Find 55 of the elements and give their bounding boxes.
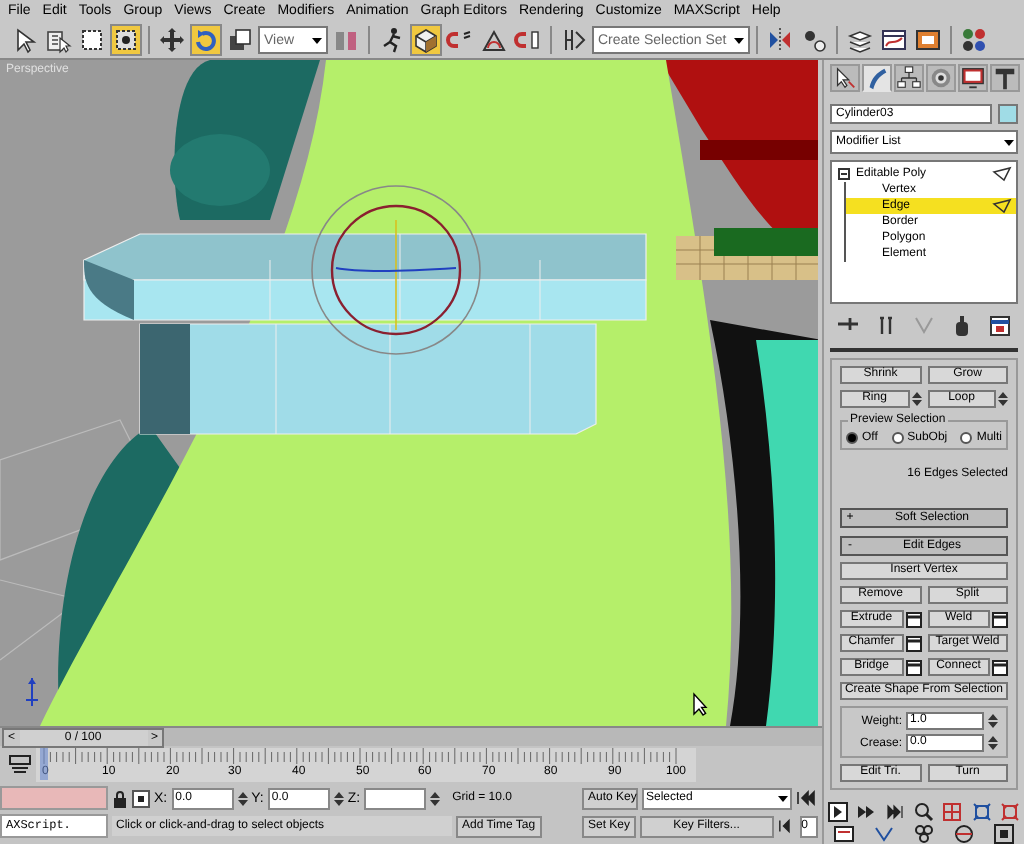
display-icon[interactable] [958, 64, 988, 92]
configure-sets-icon[interactable] [987, 314, 1012, 338]
dropdown-arrow-icon[interactable] [732, 33, 747, 47]
spinner-arrows-icon[interactable] [998, 390, 1008, 408]
axis-tripod-icon [24, 676, 40, 708]
spinner-arrows-icon[interactable] [430, 789, 441, 807]
collapse-toggle-icon[interactable] [838, 168, 850, 180]
schematic-icon[interactable] [912, 24, 945, 56]
window-crossing-icon[interactable] [110, 24, 142, 56]
motion-icon[interactable] [926, 64, 956, 92]
lock-icon[interactable] [112, 789, 128, 807]
spinner-arrows-icon[interactable] [988, 734, 998, 752]
spinner-arrows-icon[interactable] [988, 712, 998, 730]
go-to-start-icon[interactable] [796, 790, 816, 806]
hierarchy-icon[interactable] [894, 64, 924, 92]
settings-icon[interactable] [992, 659, 1008, 675]
settings-icon[interactable] [905, 659, 921, 675]
absolute-mode-icon[interactable] [132, 789, 150, 807]
scale-icon[interactable] [224, 24, 256, 56]
radio-button[interactable] [891, 432, 904, 444]
material-spheres-icon[interactable] [958, 24, 991, 56]
coordinate-field[interactable] [364, 787, 427, 809]
settings-icon[interactable] [905, 611, 921, 627]
object-color-swatch[interactable] [998, 104, 1018, 124]
curve-editor-icon[interactable] [878, 24, 911, 56]
move-icon[interactable] [156, 24, 188, 56]
dropdown-arrow-icon[interactable] [776, 791, 790, 805]
create-icon[interactable] [830, 64, 860, 92]
modify-icon[interactable] [862, 64, 892, 92]
settings-icon[interactable] [905, 635, 921, 651]
viewport-scene-drawing[interactable] [0, 60, 818, 726]
time-config-icon[interactable] [834, 823, 854, 843]
utilities-icon[interactable] [990, 64, 1020, 92]
script-listener-field[interactable] [0, 786, 108, 810]
next-key-icon[interactable] [856, 801, 877, 821]
radio-button[interactable] [846, 432, 858, 444]
field-of-view-icon[interactable] [874, 823, 894, 843]
previous-key-icon[interactable] [777, 818, 796, 834]
go-to-end-icon[interactable] [885, 801, 906, 821]
mouse-cursor-icon [692, 692, 708, 716]
dropdown-arrow-icon[interactable] [1002, 135, 1016, 149]
rotate-icon[interactable] [190, 24, 222, 56]
zoom-icon[interactable] [913, 801, 934, 821]
zoom-extents-icon[interactable] [971, 801, 992, 821]
radio-button[interactable] [960, 432, 973, 444]
maximize-viewport-icon[interactable] [994, 823, 1014, 843]
orbit-icon[interactable] [954, 823, 974, 843]
pan-icon[interactable] [914, 823, 934, 843]
play-icon[interactable] [828, 801, 849, 821]
dropdown-arrow-icon[interactable] [310, 33, 324, 47]
spinner-arrows-icon[interactable] [237, 789, 248, 807]
settings-icon[interactable] [992, 611, 1008, 627]
spinner-arrows-icon[interactable] [333, 789, 344, 807]
spinner-arrows-icon[interactable] [911, 390, 921, 408]
curve-editor-toggle-icon[interactable] [8, 754, 32, 774]
